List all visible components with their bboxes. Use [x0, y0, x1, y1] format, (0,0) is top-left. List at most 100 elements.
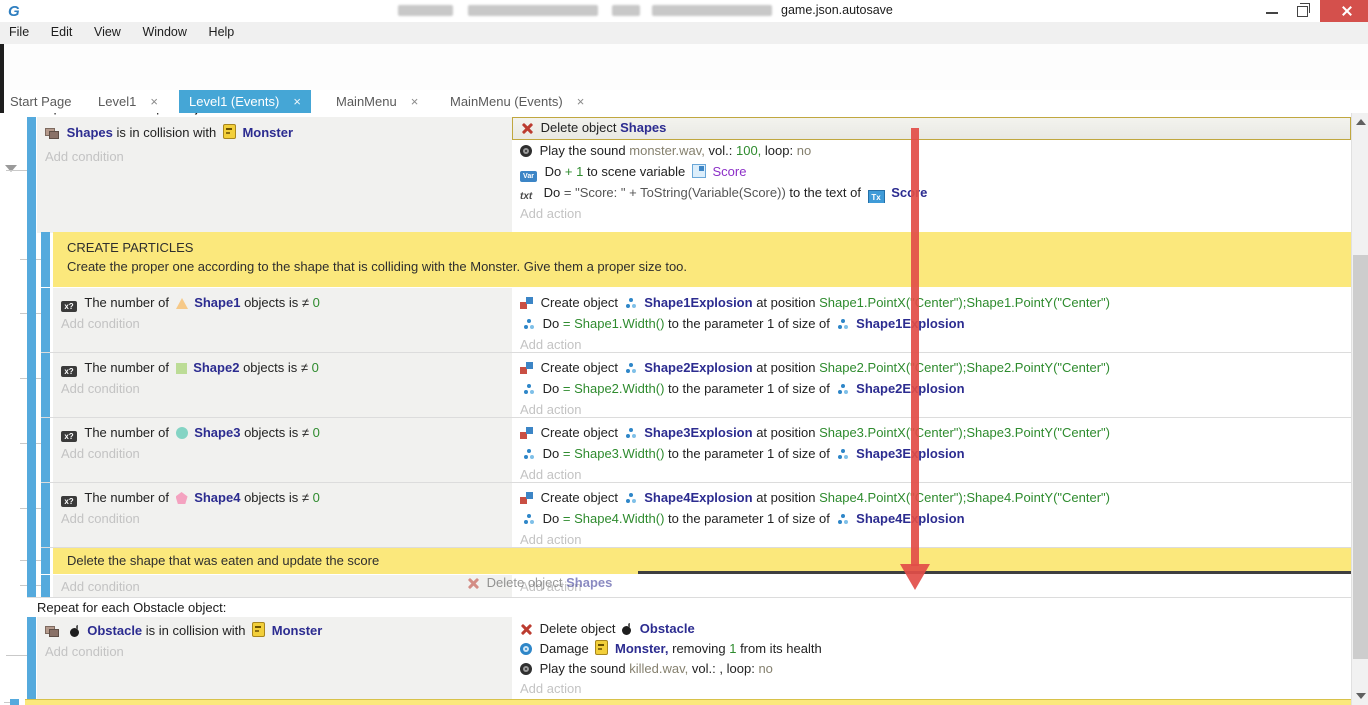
shape1-actions-cell[interactable]: Create object Shape1Explosion at positio… — [512, 288, 1351, 352]
monster-icon — [252, 622, 265, 637]
add-condition-button[interactable]: Add condition — [53, 443, 512, 464]
add-condition-button[interactable]: Add condition — [37, 641, 512, 662]
action-text: Do — [543, 381, 560, 396]
vertical-scrollbar[interactable] — [1351, 113, 1368, 705]
expression: + 1 — [565, 164, 583, 179]
action-text: Play the sound — [540, 143, 626, 158]
add-action-button[interactable]: Add action — [512, 203, 1351, 224]
menu-view[interactable]: View — [85, 22, 130, 42]
tab-mainmenu[interactable]: MainMenu× — [326, 90, 428, 113]
condition-row[interactable]: The number of Shape3 objects is ≠ 0 — [53, 422, 512, 443]
event1-conditions-cell[interactable]: Shapes is in collision with Monster Add … — [37, 117, 512, 233]
add-action-button[interactable]: Add action — [512, 679, 1351, 699]
action-row[interactable]: Play the sound monster.wav, vol.: 100, l… — [512, 140, 1351, 161]
expression: Shape3.PointX("Center");Shape3.PointY("C… — [819, 425, 1110, 440]
action-row[interactable]: Damage Monster, removing 1 from its heal… — [512, 639, 1351, 659]
comment-block[interactable]: CREATE PARTICLES Create the proper one a… — [53, 232, 1351, 287]
condition-row[interactable]: The number of Shape1 objects is ≠ 0 — [53, 292, 512, 313]
add-action-button[interactable]: Add action — [512, 576, 1351, 597]
sound-icon — [520, 145, 532, 157]
action-row[interactable]: Do = Shape3.Width() to the parameter 1 o… — [512, 443, 1351, 464]
action-text: loop: — [765, 143, 793, 158]
close-tab-icon[interactable]: × — [411, 94, 419, 109]
action-row[interactable]: Create object Shape1Explosion at positio… — [512, 292, 1351, 313]
close-tab-icon[interactable]: × — [293, 94, 301, 109]
condition-text: The number of — [84, 425, 169, 440]
object-name: Shape4 — [194, 490, 240, 505]
expression: = Shape1.Width() — [563, 316, 665, 331]
object-name: Shape2 — [193, 360, 239, 375]
tab-level1-events[interactable]: Level1 (Events) × — [179, 90, 311, 113]
value: 0 — [313, 295, 320, 310]
shape1-conditions-cell[interactable]: The number of Shape1 objects is ≠ 0 Add … — [53, 288, 512, 352]
event1-indent-bar — [27, 117, 36, 597]
close-button[interactable] — [1320, 0, 1368, 22]
sound-file: monster.wav, — [629, 143, 705, 158]
drop-indicator — [638, 571, 1351, 574]
scroll-down-icon[interactable] — [1356, 693, 1366, 699]
annotation-arrow-shaft — [911, 128, 919, 566]
menu-window[interactable]: Window — [133, 22, 195, 42]
action-text: at position — [756, 425, 815, 440]
restore-icon[interactable] — [1297, 6, 1308, 17]
object-name: Shape3 — [194, 425, 240, 440]
condition-row[interactable]: The number of Shape4 objects is ≠ 0 — [53, 487, 512, 508]
shape2-actions-cell[interactable]: Create object Shape2Explosion at positio… — [512, 353, 1351, 417]
shape3-actions-cell[interactable]: Create object Shape3Explosion at positio… — [512, 418, 1351, 482]
action-row[interactable]: Create object Shape2Explosion at positio… — [512, 357, 1351, 378]
action-row-selected[interactable]: Delete object Shapes — [512, 117, 1351, 140]
scrollbar-thumb[interactable] — [1353, 255, 1368, 659]
action-row[interactable]: Do + 1 to scene variable Score — [512, 161, 1351, 182]
delete-icon — [521, 122, 533, 134]
tab-level1[interactable]: Level1× — [88, 90, 168, 113]
tab-mainmenu-events[interactable]: MainMenu (Events)× — [440, 90, 594, 113]
object-name: Shapes — [620, 120, 666, 135]
shape4-conditions-cell[interactable]: The number of Shape4 objects is ≠ 0 Add … — [53, 483, 512, 547]
action-row[interactable]: Delete object Obstacle — [512, 619, 1351, 639]
action-row[interactable]: Create object Shape3Explosion at positio… — [512, 422, 1351, 443]
scroll-up-icon[interactable] — [1356, 119, 1366, 125]
shape2-conditions-cell[interactable]: The number of Shape2 objects is ≠ 0 Add … — [53, 353, 512, 417]
event2-actions-cell[interactable]: Delete object Obstacle Damage Monster, r… — [512, 617, 1351, 699]
action-text: to scene variable — [587, 164, 685, 179]
action-row[interactable]: Create object Shape4Explosion at positio… — [512, 487, 1351, 508]
empty-conditions-cell[interactable]: Add condition — [53, 575, 512, 597]
circle-icon — [176, 427, 188, 439]
scene-variable-icon — [692, 164, 706, 178]
action-row[interactable]: Do = Shape1.Width() to the parameter 1 o… — [512, 313, 1351, 334]
tab-start-page[interactable]: Start Page — [0, 90, 81, 113]
action-text: Damage — [540, 641, 589, 656]
add-condition-button[interactable]: Add condition — [53, 508, 512, 529]
action-row[interactable]: Do = "Score: " + ToString(Variable(Score… — [512, 182, 1351, 203]
minimize-icon[interactable] — [1266, 12, 1278, 14]
action-row[interactable]: Do = Shape2.Width() to the parameter 1 o… — [512, 378, 1351, 399]
close-tab-icon[interactable]: × — [150, 94, 158, 109]
menu-file[interactable]: File — [0, 22, 38, 42]
menu-help[interactable]: Help — [200, 22, 244, 42]
event1-actions-cell[interactable]: Delete object Shapes Play the sound mons… — [512, 117, 1351, 233]
condition-row[interactable]: Obstacle is in collision with Monster — [37, 620, 512, 641]
sound-file: killed.wav, — [629, 661, 688, 676]
subevent-indent-bar — [41, 575, 50, 597]
particle-emitter-icon — [523, 383, 536, 395]
object-name: Monster, — [615, 641, 668, 656]
shape4-actions-cell[interactable]: Create object Shape4Explosion at positio… — [512, 483, 1351, 547]
condition-row[interactable]: Shapes is in collision with Monster — [37, 122, 512, 143]
action-row[interactable]: Do = Shape4.Width() to the parameter 1 o… — [512, 508, 1351, 529]
shape3-conditions-cell[interactable]: The number of Shape3 objects is ≠ 0 Add … — [53, 418, 512, 482]
object-name: Shapes — [67, 125, 113, 140]
empty-actions-cell[interactable]: Add action — [512, 575, 1351, 597]
add-condition-button[interactable]: Add condition — [37, 146, 512, 167]
tab-label: Level1 (Events) — [189, 94, 279, 109]
close-tab-icon[interactable]: × — [577, 94, 585, 109]
condition-row[interactable]: The number of Shape2 objects is ≠ 0 — [53, 357, 512, 378]
add-condition-button[interactable]: Add condition — [53, 378, 512, 399]
menu-edit[interactable]: Edit — [42, 22, 82, 42]
event2-header[interactable]: Repeat for each Obstacle object: — [37, 600, 226, 615]
event2-conditions-cell[interactable]: Obstacle is in collision with Monster Ad… — [37, 617, 512, 699]
object-name: Obstacle — [640, 621, 695, 636]
comment-block-clipped[interactable] — [25, 699, 1351, 705]
action-row[interactable]: Play the sound killed.wav, vol.: , loop:… — [512, 659, 1351, 679]
add-condition-button[interactable]: Add condition — [53, 576, 512, 597]
add-condition-button[interactable]: Add condition — [53, 313, 512, 334]
